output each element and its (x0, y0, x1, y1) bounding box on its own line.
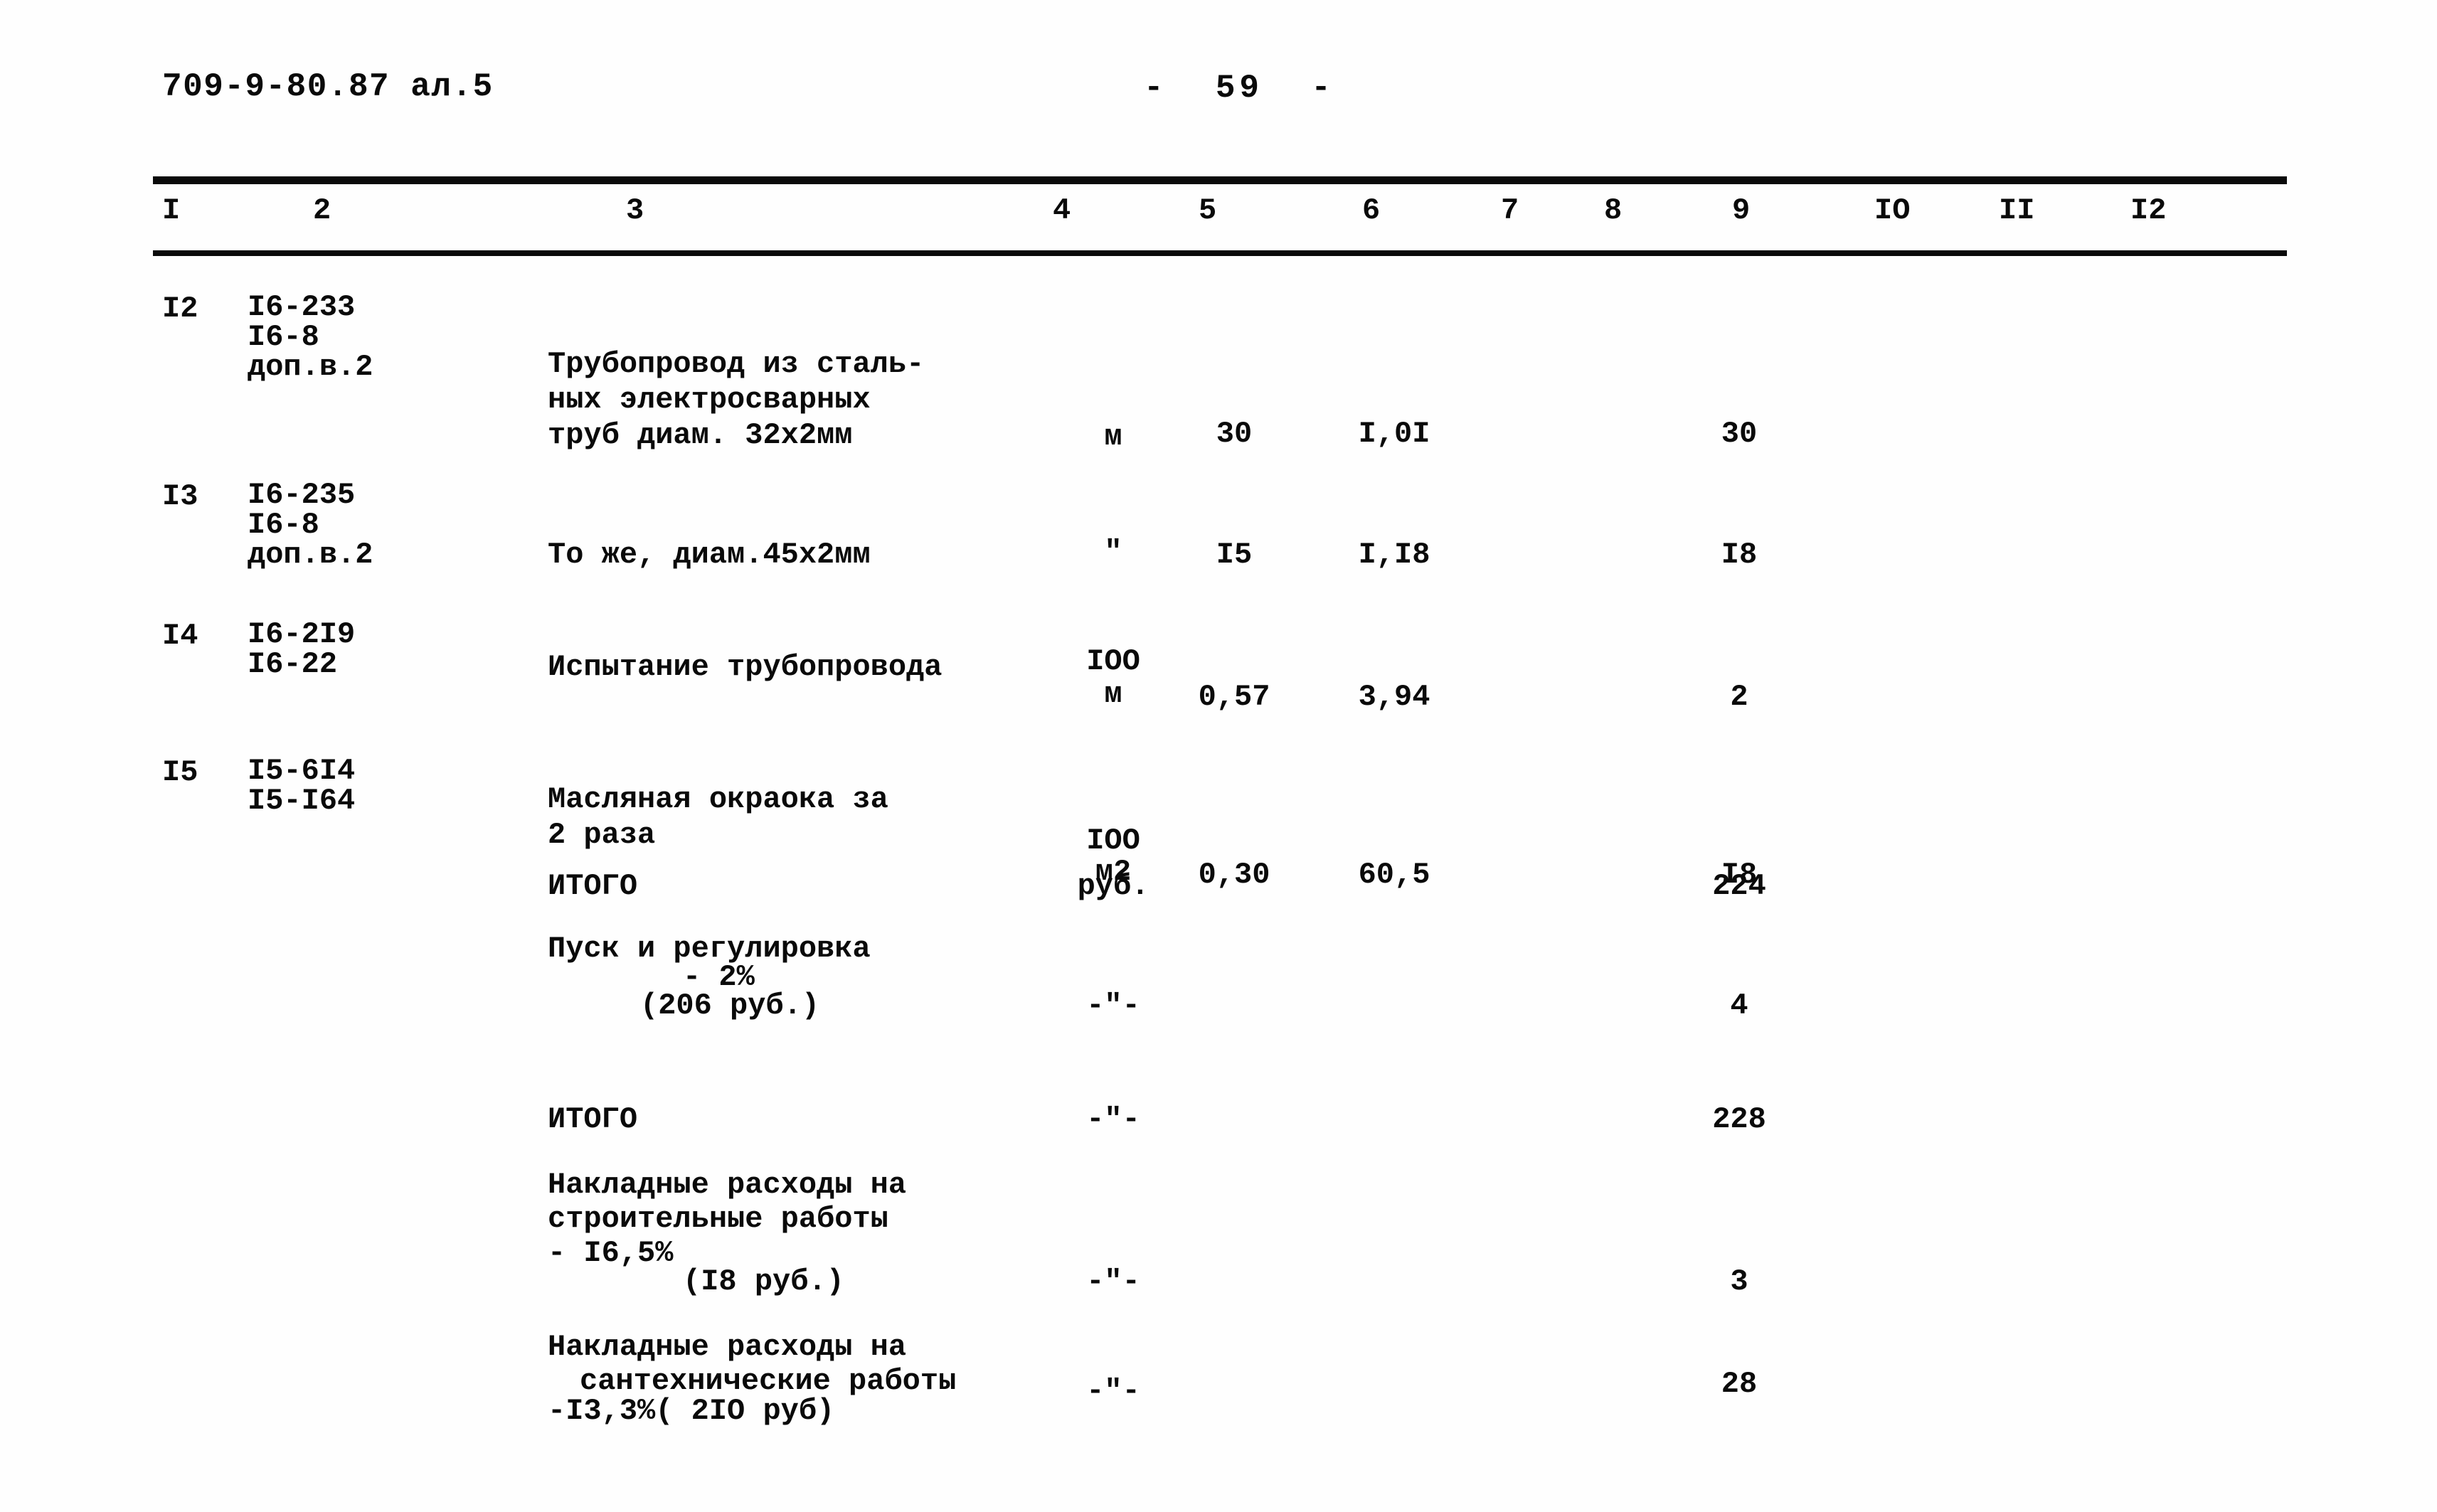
row-col5: I5 (1216, 538, 1253, 572)
summary-col9: 28 (1721, 1367, 1758, 1401)
row-col6: 3,94 (1358, 680, 1430, 714)
summary-row-overhead-construction: Накладные расходы на строительные работы… (0, 1166, 2437, 1299)
table-top-rule (153, 176, 2287, 184)
summary-col9: 228 (1712, 1102, 1766, 1136)
summary-label-line2: строительные работы (548, 1202, 888, 1236)
table-header-rule (153, 250, 2287, 256)
column-header-5: 5 (1199, 193, 1217, 228)
row-code-2: I6-8 (248, 508, 319, 542)
summary-label: ИТОГО (548, 869, 638, 903)
row-description-line: Трубопровод из сталь- (548, 347, 925, 381)
document-code: 709-9-80.87 ал.5 (162, 68, 494, 105)
row-description-line: Испытание трубопровода (548, 650, 943, 684)
summary-col9: 224 (1712, 869, 1766, 903)
row-code-2: I6-22 (248, 647, 338, 681)
summary-col9: 4 (1730, 989, 1748, 1023)
summary-unit: -"- (1086, 1265, 1140, 1299)
summary-col9: 3 (1730, 1265, 1748, 1299)
column-header-6: 6 (1362, 193, 1381, 228)
summary-label-line1: Накладные расходы на (548, 1168, 907, 1202)
row-description-line: ных электросварных (548, 383, 871, 417)
document-page: 709-9-80.87 ал.5 - 59 - I 2 3 4 5 6 7 8 … (0, 0, 2437, 1512)
column-header-9: 9 (1732, 193, 1751, 228)
row-col5: 30 (1216, 417, 1253, 451)
row-col6: I,0I (1358, 417, 1430, 451)
row-number: I3 (162, 479, 198, 513)
column-header-8: 8 (1604, 193, 1623, 228)
row-description-line: То же, диам.45х2мм (548, 538, 871, 572)
summary-unit: -"- (1086, 989, 1140, 1023)
row-description-line: труб диам. 32х2мм (548, 418, 853, 452)
summary-row-startup: Пуск и регулировка - 2% (206 руб.) -"- 4 (0, 930, 2437, 1023)
row-col6: I,I8 (1358, 538, 1430, 572)
summary-label: ИТОГО (548, 1102, 638, 1136)
row-code-3: доп.в.2 (248, 538, 373, 572)
row-code-1: I6-235 (248, 478, 356, 512)
row-col9: 30 (1721, 417, 1758, 451)
row-code-2: I5-I64 (248, 784, 356, 818)
summary-row-overhead-plumbing: Накладные расходы на сантехнические рабо… (0, 1329, 2437, 1428)
column-header-1: I (162, 193, 181, 228)
row-code-1: I6-2I9 (248, 617, 356, 651)
column-header-3: 3 (626, 193, 644, 228)
row-unit-line1: IOO (1086, 644, 1140, 678)
row-description-line: Масляная окраока за (548, 782, 888, 816)
column-header-2: 2 (313, 193, 331, 228)
row-col9: 2 (1730, 680, 1748, 714)
summary-unit: -"- (1086, 1102, 1140, 1136)
row-number: I2 (162, 292, 198, 326)
column-header-10: IO (1874, 193, 1911, 228)
row-col6: 60,5 (1358, 858, 1430, 892)
row-code-1: I6-233 (248, 290, 356, 324)
row-code-3: доп.в.2 (248, 350, 373, 384)
row-code-2: I6-8 (248, 320, 319, 354)
column-header-7: 7 (1501, 193, 1519, 228)
row-code-1: I5-6I4 (248, 754, 356, 788)
summary-unit: руб. (1077, 869, 1150, 903)
column-header-12: I2 (2130, 193, 2167, 228)
row-number: I5 (162, 755, 198, 789)
row-col9: I8 (1721, 538, 1758, 572)
page-number: - 59 - (1144, 70, 1335, 107)
column-header-11: II (1999, 193, 2035, 228)
summary-label-line1: Накладные расходы на (548, 1330, 907, 1364)
row-description-line: 2 раза (548, 818, 656, 852)
column-header-4: 4 (1053, 193, 1071, 228)
document-header: 709-9-80.87 ал.5 - 59 - (162, 68, 2282, 118)
summary-unit: -"- (1086, 1374, 1140, 1408)
row-col5: 0,57 (1198, 680, 1270, 714)
row-col5: 0,30 (1198, 858, 1270, 892)
row-number: I4 (162, 619, 198, 653)
summary-label-line3: -I3,3%( 2IO руб) (548, 1394, 835, 1428)
